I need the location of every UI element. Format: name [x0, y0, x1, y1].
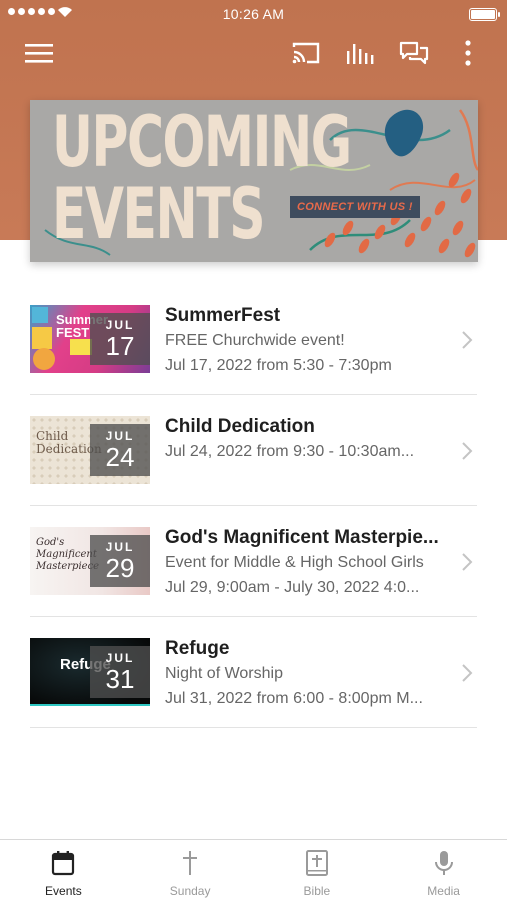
chevron-right-icon [462, 553, 473, 571]
more-options-button[interactable] [450, 36, 486, 70]
bible-icon [305, 850, 328, 876]
event-thumbnail: Summer FEST JUL 17 [30, 305, 150, 373]
event-subtitle: FREE Churchwide event! [165, 332, 345, 349]
banner-title-line1: UPCOMING [52, 101, 352, 183]
date-badge: JUL 24 [90, 424, 150, 476]
chat-button[interactable] [396, 36, 432, 70]
date-badge: JUL 17 [90, 313, 150, 365]
event-title: Refuge [165, 638, 230, 659]
event-title: Child Dedication [165, 416, 315, 437]
date-day: 24 [105, 442, 135, 472]
date-month: JUL [105, 429, 135, 443]
tab-label: Bible [303, 884, 331, 898]
date-month: JUL [105, 540, 135, 554]
thumbnail-text: God's Magnificent Masterpiece [36, 537, 100, 572]
battery-icon [469, 8, 500, 21]
audio-bars-icon [347, 44, 374, 64]
event-title: God's Magnificent Masterpie... [165, 527, 439, 548]
connect-with-us-label: CONNECT WITH US ! [290, 196, 420, 218]
event-row[interactable]: Summer FEST JUL 17 SummerFest FREE Churc… [30, 284, 477, 395]
tab-events[interactable]: Events [0, 840, 127, 900]
date-badge: JUL 31 [90, 646, 150, 698]
date-day: 29 [105, 553, 135, 583]
event-date: Jul 17, 2022 from 5:30 - 7:30pm [165, 357, 392, 374]
tab-label: Media [427, 884, 460, 898]
audio-button[interactable] [342, 36, 378, 70]
tab-label: Sunday [169, 884, 211, 898]
chat-icon [399, 41, 429, 65]
event-row[interactable]: God's Magnificent Masterpiece JUL 29 God… [30, 506, 477, 617]
tab-label: Events [45, 884, 82, 898]
event-date: Jul 31, 2022 from 6:00 - 8:00pm M... [165, 690, 423, 707]
more-vertical-icon [465, 40, 471, 66]
upcoming-events-banner[interactable]: UPCOMING EVENTS CONNECT WITH US ! [30, 100, 478, 262]
microphone-icon [434, 851, 453, 875]
tab-bar: Events Sunday Bible Media [0, 839, 507, 900]
event-thumbnail: God's Magnificent Masterpiece JUL 29 [30, 527, 150, 595]
date-day: 17 [105, 331, 135, 361]
cast-icon [292, 42, 320, 64]
chevron-right-icon [462, 331, 473, 349]
chevron-right-icon [462, 664, 473, 682]
event-info: Child Dedication Jul 24, 2022 from 9:30 … [165, 415, 455, 465]
date-badge: JUL 29 [90, 535, 150, 587]
event-thumbnail: Child Dedication JUL 24 [30, 416, 150, 484]
event-row[interactable]: Child Dedication JUL 24 Child Dedication… [30, 395, 477, 506]
app-bar [0, 32, 507, 72]
event-info: Refuge Night of Worship Jul 31, 2022 fro… [165, 637, 455, 711]
menu-button[interactable] [21, 36, 57, 70]
banner-title-line2: EVENTS [52, 173, 266, 255]
banner-title: UPCOMING EVENTS [52, 106, 352, 250]
menu-icon [25, 44, 53, 63]
event-subtitle: Jul 24, 2022 from 9:30 - 10:30am... [165, 443, 415, 460]
calendar-icon [52, 851, 75, 876]
event-row[interactable]: Refuge JUL 31 Refuge Night of Worship Ju… [30, 617, 477, 728]
date-month: JUL [105, 651, 135, 665]
date-day: 31 [105, 664, 135, 694]
event-thumbnail: Refuge JUL 31 [30, 638, 150, 706]
tab-bible[interactable]: Bible [254, 840, 381, 900]
status-bar: 10:26 AM [0, 0, 507, 28]
chevron-right-icon [462, 442, 473, 460]
cast-button[interactable] [288, 36, 324, 70]
event-title: SummerFest [165, 305, 281, 326]
thumbnail-text: Child Dedication [36, 429, 102, 456]
tab-media[interactable]: Media [380, 840, 507, 900]
tab-sunday[interactable]: Sunday [127, 840, 254, 900]
event-list: Summer FEST JUL 17 SummerFest FREE Churc… [30, 284, 477, 728]
status-time: 10:26 AM [222, 6, 285, 22]
event-info: God's Magnificent Masterpie... Event for… [165, 526, 455, 600]
event-date: Jul 29, 9:00am - July 30, 2022 4:0... [165, 579, 420, 596]
date-month: JUL [105, 318, 135, 332]
cross-icon [183, 851, 198, 875]
event-subtitle: Night of Worship [165, 665, 283, 682]
event-subtitle: Event for Middle & High School Girls [165, 554, 424, 571]
event-info: SummerFest FREE Churchwide event! Jul 17… [165, 304, 455, 378]
